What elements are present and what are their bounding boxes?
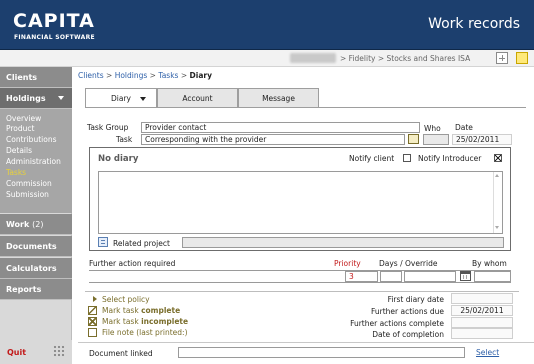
work-count-badge: (2)	[32, 220, 44, 229]
document-linked-label: Document linked	[89, 349, 153, 358]
sidebar-item-calculators[interactable]: Calculators	[0, 258, 72, 279]
days-override-label: Days / Override	[379, 259, 438, 268]
sidebar-subitem-administration[interactable]: Administration	[6, 157, 61, 167]
sidebar-item-label: Work	[6, 220, 30, 229]
diary-scrollbar[interactable]	[493, 172, 502, 233]
sidebar-subitem-contributions[interactable]: Contributions	[6, 135, 56, 145]
further-actions-due-label: Further actions due	[370, 307, 444, 316]
task-group-field[interactable]: Provider contact	[141, 122, 420, 133]
further-action-label: Further action required	[89, 259, 176, 268]
breadcrumb: Clients > Holdings > Tasks > Diary	[78, 71, 212, 80]
tab-message[interactable]: Message	[238, 88, 319, 107]
breadcrumb-current: Diary	[189, 71, 212, 80]
breadcrumb-separator: >	[180, 71, 188, 80]
brand-logo: CAPITA	[13, 10, 95, 32]
select-policy-link[interactable]: Select policy	[102, 295, 150, 304]
diary-title: No diary	[98, 154, 139, 164]
sidebar-subitem-tasks[interactable]: Tasks	[6, 168, 26, 178]
who-label: Who	[424, 124, 441, 133]
related-project-label: Related project	[113, 239, 170, 248]
by-whom-label: By whom	[472, 259, 507, 268]
chevron-down-icon[interactable]	[140, 97, 146, 101]
sidebar-item-clients[interactable]: Clients	[0, 67, 72, 88]
sidebar-subitem-details[interactable]: Details	[6, 146, 32, 156]
sidebar-subitem-overview[interactable]: Overview	[6, 114, 41, 124]
sidebar-subitem-submission[interactable]: Submission	[6, 190, 49, 200]
sidebar-item-label: Holdings	[6, 94, 46, 103]
file-note-icon[interactable]	[88, 328, 97, 337]
resize-grip-icon[interactable]	[53, 345, 65, 357]
client-name-redacted	[290, 53, 336, 63]
sidebar-item-holdings[interactable]: Holdings	[0, 88, 72, 109]
mark-incomplete-icon[interactable]	[88, 317, 97, 326]
top-breadcrumb[interactable]: > Fidelity > Stocks and Shares ISA	[340, 54, 470, 63]
select-policy-icon[interactable]	[93, 296, 97, 302]
notify-introducer-checkbox[interactable]	[494, 154, 502, 162]
section-divider	[85, 291, 519, 292]
mark-complete-link[interactable]: Mark task complete	[102, 306, 180, 315]
notify-client-checkbox[interactable]	[403, 154, 411, 162]
chevron-down-icon	[58, 96, 64, 100]
related-project-icon[interactable]	[98, 237, 108, 247]
select-document-link[interactable]: Select	[476, 348, 499, 357]
diary-text-area[interactable]	[98, 171, 503, 234]
related-project-field[interactable]	[182, 237, 504, 248]
sidebar-item-documents[interactable]: Documents	[0, 236, 72, 257]
scroll-up-icon[interactable]	[495, 174, 499, 177]
tab-diary[interactable]: Diary	[85, 88, 157, 108]
tab-underline	[85, 107, 526, 108]
breadcrumb-tasks[interactable]: Tasks	[158, 71, 178, 80]
mark-incomplete-text: Mark task	[102, 317, 142, 326]
priority-field[interactable]: 3	[345, 271, 378, 282]
date-label: Date	[455, 123, 473, 132]
task-group-label: Task Group	[87, 123, 129, 132]
priority-label: Priority	[334, 259, 361, 268]
notify-introducer-label: Notify Introducer	[418, 154, 482, 163]
document-linked-field[interactable]	[178, 347, 465, 358]
notify-client-label: Notify client	[349, 154, 395, 163]
task-label: Task	[116, 135, 133, 144]
sidebar-subitem-product[interactable]: Product	[6, 124, 34, 134]
further-actions-complete-label: Further actions complete	[350, 319, 444, 328]
mark-complete-text: Mark task	[102, 306, 142, 315]
scroll-down-icon[interactable]	[495, 226, 499, 229]
date-field[interactable]: 25/02/2011	[452, 134, 512, 145]
mark-incomplete-bold: incomplete	[141, 317, 189, 326]
breadcrumb-clients[interactable]: Clients	[78, 71, 104, 80]
mark-complete-bold: complete	[141, 306, 181, 315]
days-field[interactable]	[380, 271, 402, 282]
mark-complete-icon[interactable]	[88, 306, 97, 315]
app-title: Work records	[428, 16, 520, 32]
further-actions-complete-value	[451, 317, 513, 328]
breadcrumb-separator: >	[106, 71, 113, 80]
first-diary-date-label: First diary date	[387, 295, 444, 304]
sticky-note-icon[interactable]	[516, 52, 528, 64]
further-actions-due-value: 25/02/2011	[451, 305, 513, 316]
further-action-field[interactable]	[89, 271, 345, 282]
bottom-divider	[78, 342, 534, 343]
calendar-icon[interactable]	[460, 271, 471, 281]
tab-account[interactable]: Account	[157, 88, 238, 107]
first-diary-date-value	[451, 293, 513, 304]
override-field[interactable]	[404, 271, 456, 282]
date-of-completion-label: Date of completion	[372, 330, 444, 339]
quit-button[interactable]: Quit	[7, 348, 26, 357]
tab-label: Diary	[111, 94, 131, 103]
brand-subtitle: FINANCIAL SOFTWARE	[14, 34, 95, 41]
by-whom-field[interactable]	[474, 271, 511, 282]
breadcrumb-holdings[interactable]: Holdings	[115, 71, 148, 80]
edit-task-icon[interactable]	[408, 134, 419, 144]
date-of-completion-value	[451, 328, 513, 339]
sidebar-subitem-commission[interactable]: Commission	[6, 179, 52, 189]
sidebar-item-work[interactable]: Work (2)	[0, 214, 72, 235]
mark-incomplete-link[interactable]: Mark task incomplete	[102, 317, 188, 326]
sidebar-item-reports[interactable]: Reports	[0, 279, 72, 300]
file-note-link[interactable]: File note (last printed:)	[102, 328, 188, 337]
who-field[interactable]	[423, 134, 449, 145]
breadcrumb-separator: >	[149, 71, 156, 80]
grid-view-icon[interactable]	[496, 52, 508, 64]
task-field[interactable]: Corresponding with the provider	[141, 134, 405, 145]
